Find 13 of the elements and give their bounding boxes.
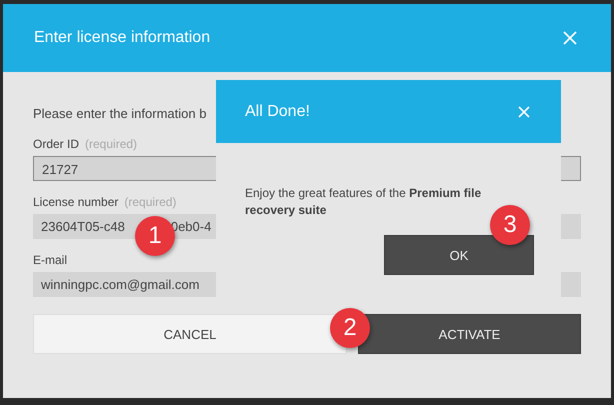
dialog-title: Enter license information: [34, 29, 210, 47]
ok-button[interactable]: OK: [384, 235, 534, 275]
popup-title: All Done!: [245, 102, 310, 120]
close-icon[interactable]: [518, 106, 530, 118]
required-hint: (required): [124, 195, 176, 209]
field-label: E-mail: [33, 253, 68, 267]
instruction-text: Please enter the information b: [33, 105, 206, 123]
field-label: License number: [33, 195, 118, 209]
popup-message: Enjoy the great features of the Premium file recovery suite: [245, 185, 482, 219]
activate-button[interactable]: ACTIVATE: [358, 314, 581, 354]
field-label: Order ID: [33, 137, 80, 151]
required-hint: (required): [85, 137, 138, 151]
close-icon[interactable]: [563, 31, 577, 45]
